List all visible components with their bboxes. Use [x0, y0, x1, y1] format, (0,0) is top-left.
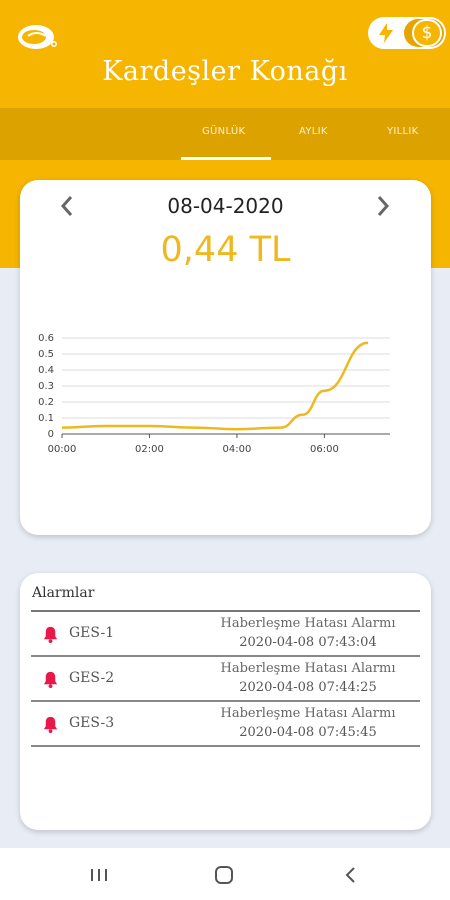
alarm-timestamp: 2020-04-08 07:45:45	[239, 725, 377, 740]
alarms-card: Alarmlar GES-1 Haberleşme Hatası Alarmı …	[20, 573, 431, 830]
x-tick-label: 02:00	[135, 444, 164, 455]
bell-icon	[43, 716, 58, 734]
alarm-timestamp: 2020-04-08 07:44:25	[239, 680, 377, 695]
y-tick-label: 0.5	[38, 349, 54, 360]
x-tick-label: 00:00	[48, 444, 77, 455]
system-nav-bar	[0, 848, 450, 900]
back-icon[interactable]	[340, 864, 362, 886]
total-amount: 0,44 TL	[160, 230, 291, 270]
chevron-right-icon[interactable]	[374, 194, 392, 218]
alarm-message: Haberleşme Hatası Alarmı	[220, 706, 396, 721]
alarm-timestamp: 2020-04-08 07:43:04	[239, 635, 377, 650]
tab-monthly[interactable]: AYLIK	[299, 126, 328, 137]
dollar-icon: $	[412, 19, 442, 47]
alarm-row[interactable]: GES-3 Haberleşme Hatası Alarmı 2020-04-0…	[31, 702, 420, 747]
app-header: Kardeşler Konağı $	[0, 0, 450, 108]
y-tick-label: 0	[48, 429, 54, 440]
y-tick-label: 0.4	[38, 365, 54, 376]
bell-icon	[43, 626, 58, 644]
home-icon[interactable]	[213, 864, 235, 886]
bell-icon	[43, 671, 58, 689]
period-tabs: GÜNLÜK AYLIK YILLIK	[0, 108, 450, 160]
consumption-chart: 0 0.1 0.2 0.3 0.4 0.5 0.6 00:00 02:00 04:00 06:00	[38, 333, 390, 455]
y-tick-label: 0.2	[38, 397, 54, 408]
y-tick-label: 0.6	[38, 333, 54, 344]
alarms-title: Alarmlar	[32, 585, 95, 601]
alarm-list: GES-1 Haberleşme Hatası Alarmı 2020-04-0…	[31, 610, 420, 747]
alarm-device: GES-3	[69, 715, 115, 731]
y-tick-label: 0.1	[38, 413, 54, 424]
energy-currency-toggle[interactable]: $	[368, 17, 446, 49]
tab-daily[interactable]: GÜNLÜK	[202, 126, 245, 137]
x-tick-label: 04:00	[223, 444, 252, 455]
alarm-message: Haberleşme Hatası Alarmı	[220, 616, 396, 631]
eye-leaf-logo-icon	[18, 25, 57, 49]
tab-yearly[interactable]: YILLIK	[387, 126, 419, 137]
selected-date: 08-04-2020	[167, 194, 284, 218]
y-tick-label: 0.3	[38, 381, 54, 392]
alarm-device: GES-2	[69, 670, 115, 686]
page-title: Kardeşler Konağı	[102, 56, 348, 87]
alarm-message: Haberleşme Hatası Alarmı	[220, 661, 396, 676]
alarm-device: GES-1	[69, 625, 115, 641]
x-tick-label: 06:00	[310, 444, 339, 455]
alarm-row[interactable]: GES-2 Haberleşme Hatası Alarmı 2020-04-0…	[31, 657, 420, 702]
consumption-card: 08-04-2020 0,44 TL 0 0.1 0.2 0.3 0.4 0.5 0.6 00…	[20, 180, 431, 535]
alarm-row[interactable]: GES-1 Haberleşme Hatası Alarmı 2020-04-0…	[31, 612, 420, 657]
recent-apps-icon[interactable]	[88, 864, 110, 886]
lightning-icon	[379, 23, 393, 43]
